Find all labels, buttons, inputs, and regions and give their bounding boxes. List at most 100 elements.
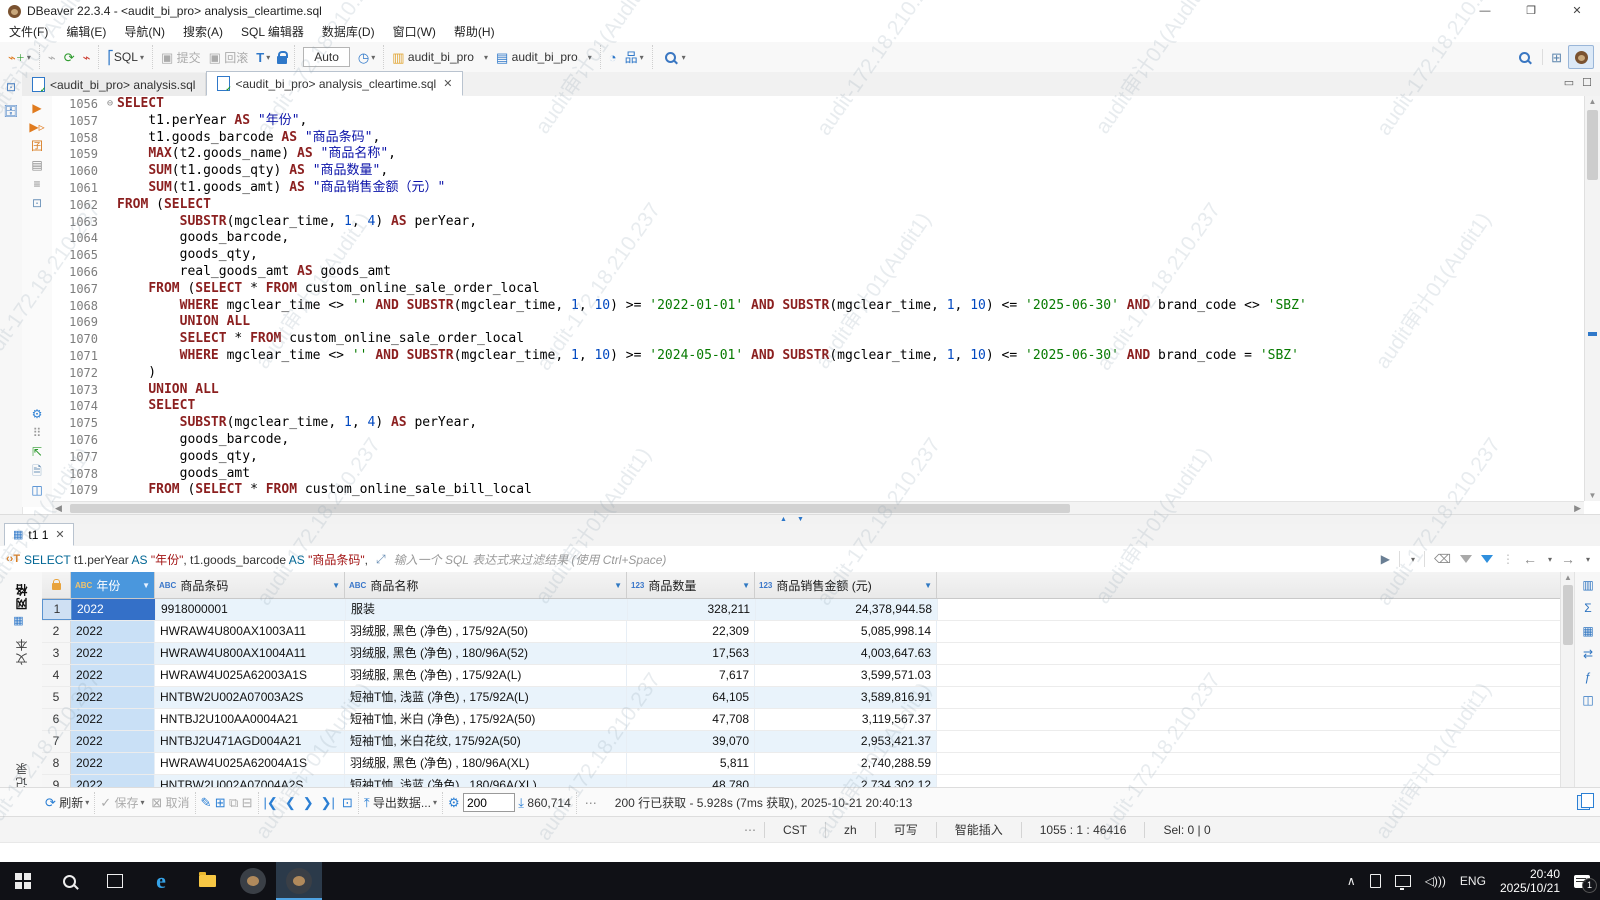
- filter-input[interactable]: 输入一个 SQL 表达式来过滤结果 (使用 Ctrl+Space): [394, 551, 1381, 568]
- code-line[interactable]: 1069 UNION ALL: [52, 314, 1584, 331]
- export-script-icon[interactable]: ⇱: [32, 446, 42, 458]
- code-line[interactable]: 1065 goods_qty,: [52, 247, 1584, 264]
- nav-forward-icon[interactable]: →: [1561, 551, 1575, 567]
- grid-cell[interactable]: 64,105: [627, 687, 755, 708]
- lock-icon[interactable]: [277, 56, 287, 64]
- network-topology-icon[interactable]: 品▾: [622, 49, 647, 66]
- code-line[interactable]: 1068 WHERE mgclear_time <> '' AND SUBSTR…: [52, 298, 1584, 315]
- row-number[interactable]: 3: [42, 643, 71, 664]
- grid-cell[interactable]: HNTBW2U002A07003A2S: [155, 687, 345, 708]
- editor-tab-1[interactable]: <audit_bi_pro> analysis_cleartime.sql✕: [206, 71, 463, 96]
- file-explorer-button[interactable]: [184, 862, 230, 900]
- menu-item-7[interactable]: 帮助(H): [445, 22, 504, 42]
- tray-expand-icon[interactable]: ∧: [1347, 874, 1356, 888]
- app-button-1[interactable]: [230, 862, 276, 900]
- panel-references-icon[interactable]: ⇄: [1583, 647, 1593, 661]
- notification-center-icon[interactable]: 1: [1574, 875, 1590, 888]
- code-line[interactable]: 1076 goods_barcode,: [52, 432, 1584, 449]
- column-header-3[interactable]: 123商品数量▼: [627, 572, 755, 598]
- code-line[interactable]: 1057 t1.perYear AS "年份",: [52, 113, 1584, 130]
- edge-browser-button[interactable]: e: [138, 862, 184, 900]
- grid-cell[interactable]: 47,708: [627, 709, 755, 730]
- grid-cell[interactable]: 2022: [71, 731, 155, 752]
- editor-tab-0[interactable]: <audit_bi_pro> analysis.sql: [22, 73, 206, 96]
- apply-filter-icon[interactable]: ▶: [1381, 552, 1390, 566]
- grid-cell[interactable]: 328,211: [628, 599, 756, 620]
- transaction-time-icon[interactable]: ◷▾: [355, 49, 378, 66]
- go-to-row-icon[interactable]: ⊡: [342, 796, 353, 809]
- app-button-dbeaver-active[interactable]: [276, 862, 322, 900]
- result-tab-close-icon[interactable]: ✕: [55, 528, 64, 541]
- edit-value-icon[interactable]: ✎: [201, 796, 212, 809]
- editor-scroll-thumb[interactable]: [1587, 110, 1598, 180]
- fold-marker[interactable]: ⊖: [103, 96, 117, 113]
- table-row[interactable]: 72022HNTBJ2U471AGD004A21短袖T恤, 米白花纹, 175/…: [42, 731, 1560, 753]
- grid-cell[interactable]: 2022: [72, 599, 156, 620]
- grid-corner-cell[interactable]: [42, 572, 71, 598]
- maximize-view-icon[interactable]: ☐: [1582, 76, 1592, 89]
- grid-cell[interactable]: 2022: [71, 665, 155, 686]
- grid-cell[interactable]: 7,617: [627, 665, 755, 686]
- grid-cell[interactable]: 5,811: [627, 753, 755, 774]
- first-row-icon[interactable]: |❮: [264, 796, 278, 809]
- grid-cell[interactable]: HWRAW4U800AX1004A11: [155, 643, 345, 664]
- editor-horizontal-scrollbar[interactable]: ◀ ▶: [52, 501, 1584, 515]
- result-tab[interactable]: ▦ t1 1 ✕: [4, 523, 74, 546]
- grid-cell[interactable]: 2022: [71, 643, 155, 664]
- row-number[interactable]: 2: [42, 621, 71, 642]
- delete-row-icon[interactable]: ⊟: [242, 796, 253, 809]
- dbeaver-perspective-button[interactable]: [1568, 45, 1594, 69]
- disconnect-icon[interactable]: ⌁: [80, 49, 94, 66]
- menu-item-5[interactable]: 数据库(D): [313, 22, 384, 42]
- code-line[interactable]: 1071 WHERE mgclear_time <> '' AND SUBSTR…: [52, 348, 1584, 365]
- language-indicator[interactable]: ENG: [1460, 874, 1486, 888]
- code-line[interactable]: 1059 MAX(t2.goods_name) AS "商品名称",: [52, 146, 1584, 163]
- grid-cell[interactable]: 9918000001: [156, 599, 346, 620]
- code-line[interactable]: 1063 SUBSTR(mgclear_time, 1, 4) AS perYe…: [52, 214, 1584, 231]
- close-button[interactable]: ✕: [1554, 0, 1600, 22]
- settings-gear-icon[interactable]: ⚙: [32, 408, 43, 420]
- grid-cell[interactable]: 羽绒服, 黑色 (净色) , 180/96A(52): [345, 643, 627, 664]
- code-line[interactable]: 1075 SUBSTR(mgclear_time, 1, 4) AS perYe…: [52, 415, 1584, 432]
- code-line[interactable]: 1078 goods_amt: [52, 466, 1584, 483]
- taskbar-search-button[interactable]: [46, 862, 92, 900]
- prev-row-icon[interactable]: ❮: [285, 796, 296, 809]
- open-perspective-icon[interactable]: ⊞: [1551, 51, 1562, 64]
- code-line[interactable]: 1079 FROM (SELECT * FROM custom_online_s…: [52, 482, 1584, 499]
- panel-grouping-icon[interactable]: ▦: [1582, 624, 1593, 638]
- column-header-2[interactable]: ABC商品名称▼: [345, 572, 627, 598]
- presentation-tab-grid[interactable]: 网格: [13, 582, 30, 610]
- code-line[interactable]: 1072 ): [52, 365, 1584, 382]
- grid-cell[interactable]: 2022: [71, 687, 155, 708]
- last-row-icon[interactable]: ❯|: [321, 796, 335, 809]
- grid-cell[interactable]: 2,740,288.59: [755, 753, 937, 774]
- menu-item-3[interactable]: 搜索(A): [174, 22, 232, 42]
- explain-plan-icon[interactable]: 囝: [31, 140, 43, 152]
- result-settings-gear-icon[interactable]: ⚙: [448, 796, 460, 809]
- grid-cell[interactable]: 服装: [346, 599, 628, 620]
- code-line[interactable]: 1056⊖SELECT: [52, 96, 1584, 113]
- grid-scroll-thumb[interactable]: [1563, 585, 1573, 645]
- editor-vertical-scrollbar[interactable]: ▲ ▼: [1584, 96, 1600, 501]
- editor-tab-close-icon[interactable]: ✕: [443, 77, 452, 90]
- cancel-button[interactable]: 取消: [165, 794, 189, 811]
- duplicate-row-icon[interactable]: ⧉: [229, 796, 238, 809]
- execute-script-icon[interactable]: ▶▹: [29, 121, 44, 133]
- row-number[interactable]: 1: [42, 599, 72, 620]
- grid-cell[interactable]: 24,378,944.58: [756, 599, 938, 620]
- nav-back-caret[interactable]: ▾: [1548, 555, 1552, 564]
- grid-cell[interactable]: 22,309: [627, 621, 755, 642]
- commit-mode-combo[interactable]: Auto: [303, 47, 350, 67]
- result-set-icon[interactable]: ⊡: [32, 197, 42, 209]
- maximize-button[interactable]: ❐: [1508, 0, 1554, 22]
- minimize-view-icon[interactable]: ▭: [1564, 76, 1574, 89]
- start-button[interactable]: [0, 862, 46, 900]
- column-dropdown-icon[interactable]: ▼: [614, 581, 622, 590]
- column-header-0[interactable]: ABC年份▼: [71, 572, 155, 598]
- connect-icon[interactable]: ⌁: [45, 49, 59, 66]
- custom-filter-icon[interactable]: [1481, 555, 1493, 563]
- record-mode-label[interactable]: 记录: [13, 761, 30, 789]
- taskbar-clock[interactable]: 20:40 2025/10/21: [1500, 867, 1560, 895]
- grid-cell[interactable]: 5,085,998.14: [755, 621, 937, 642]
- nav-forward-caret[interactable]: ▾: [1586, 555, 1590, 564]
